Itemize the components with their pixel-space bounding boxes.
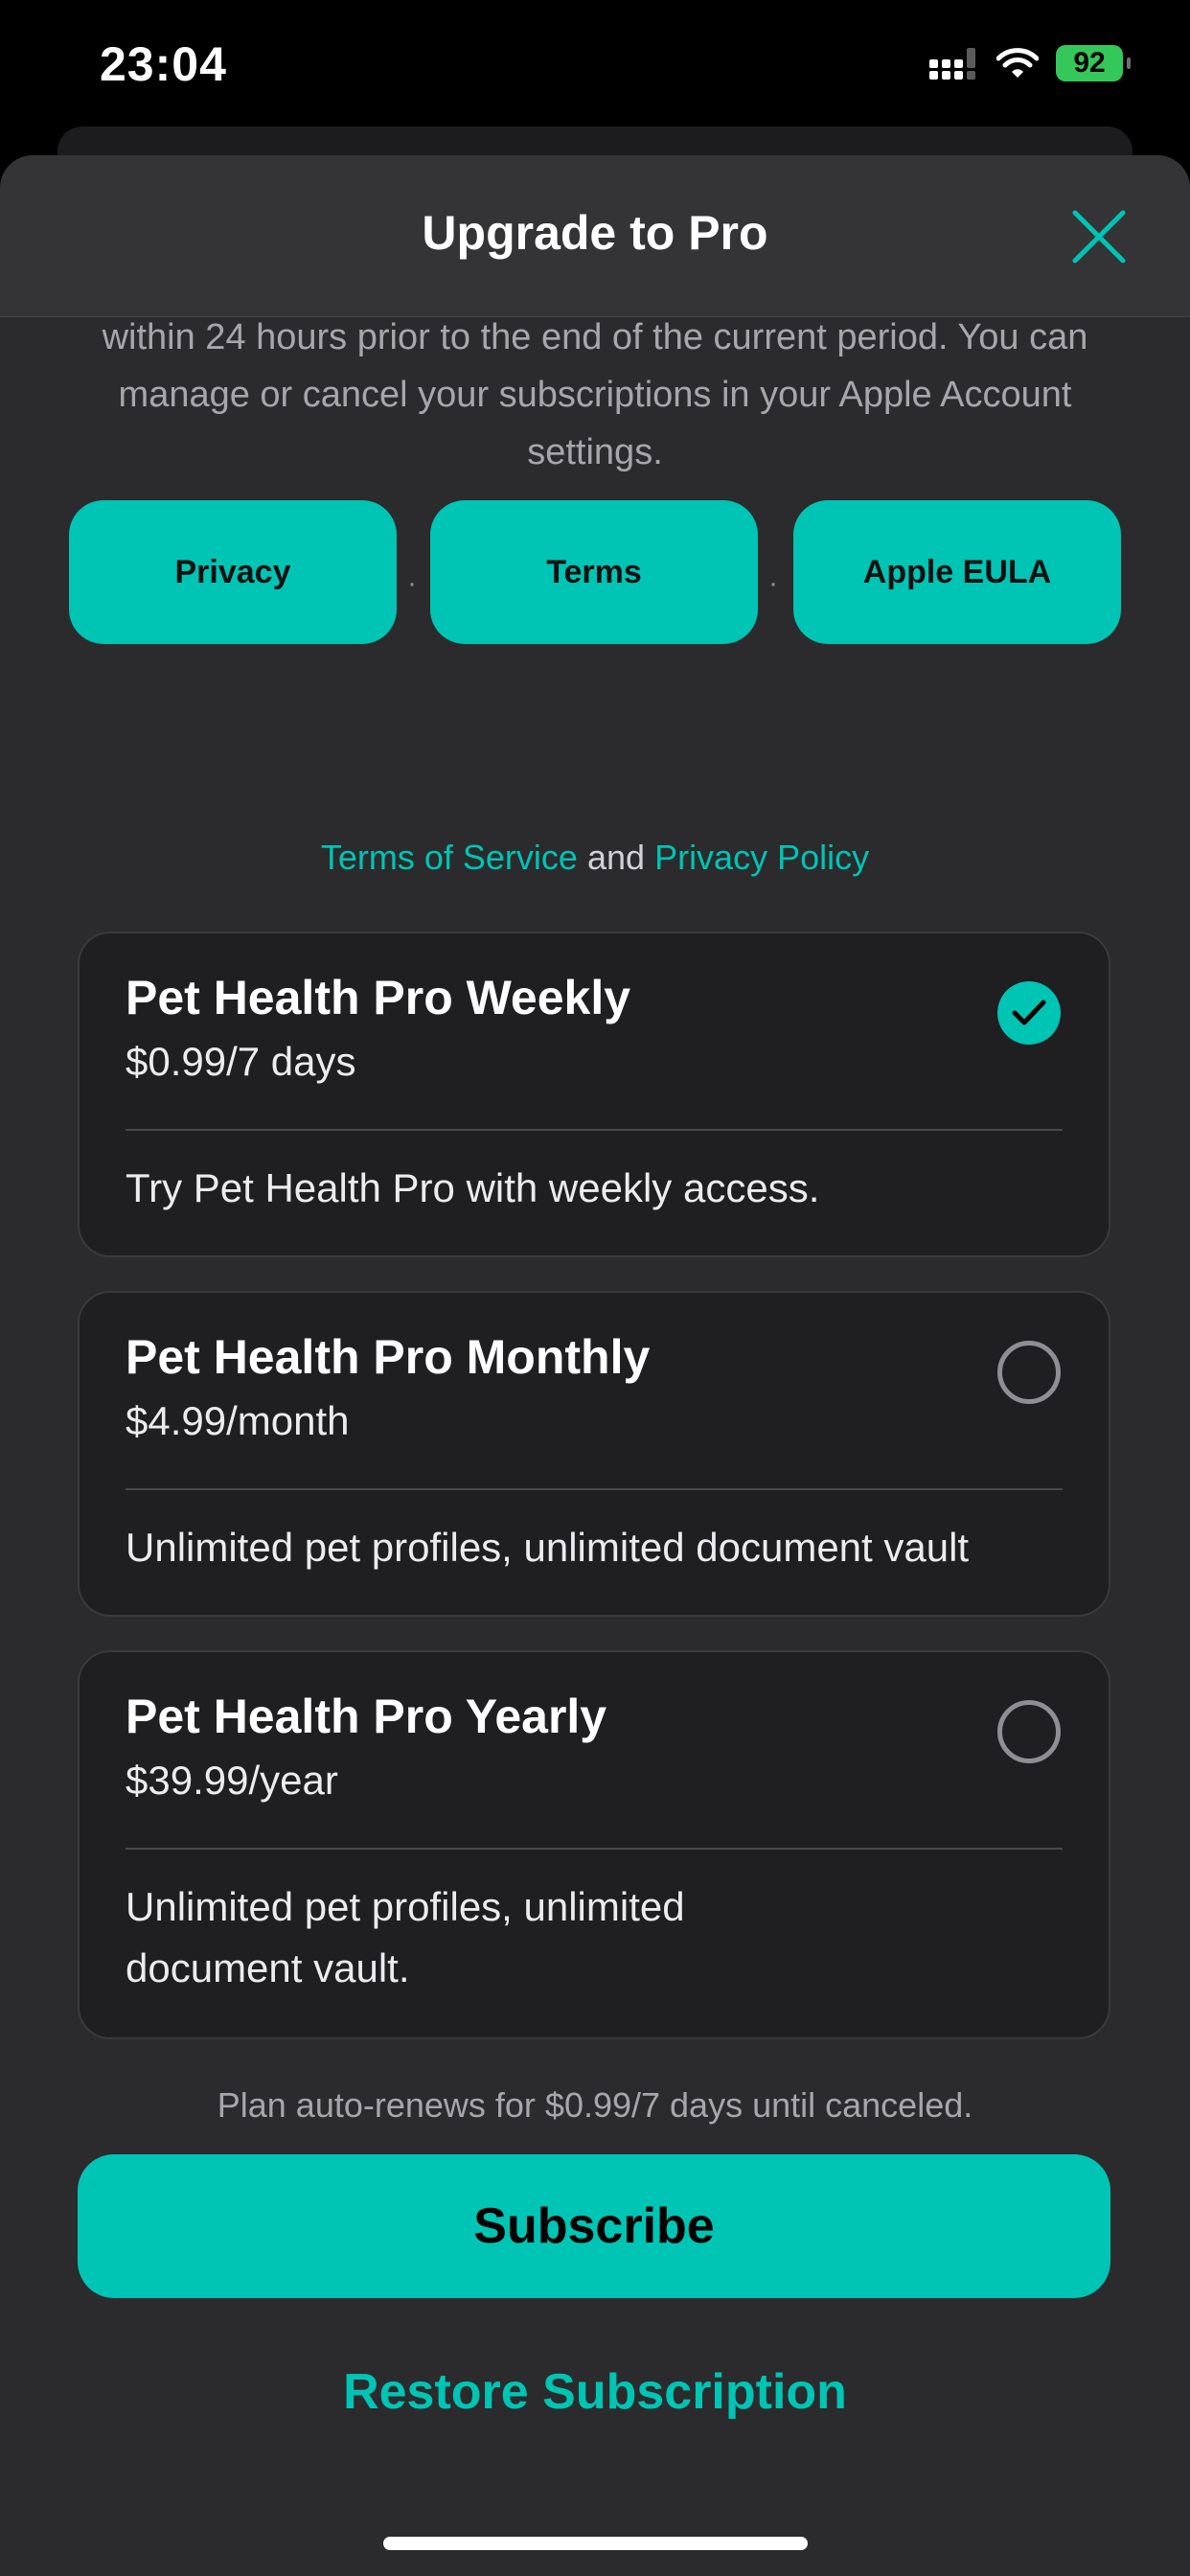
terms-privacy-line: Terms of Service and Privacy Policy [0,838,1190,878]
subscription-legal-text: within 24 hours prior to the end of the … [102,317,1088,472]
auto-renew-note: Plan auto-renews for $0.99/7 days until … [217,2085,973,2125]
plan-card-monthly[interactable]: Pet Health Pro Monthly $4.99/month Unlim… [78,1291,1110,1617]
plan-name: Pet Health Pro Yearly [126,1690,607,1743]
plan-divider [126,1848,1063,1850]
privacy-link-button[interactable]: Privacy [69,500,397,644]
and-text: and [586,838,646,877]
privacy-policy-link[interactable]: Privacy Policy [654,838,869,877]
plan-description: Unlimited pet profiles, unlimited docume… [126,1525,970,1570]
close-icon[interactable] [1071,209,1127,264]
status-bar: 23:04 92 [0,0,1190,134]
status-icons: 92 [927,42,1131,84]
status-time: 23:04 [100,37,227,91]
signal-icon [929,48,975,80]
wifi-icon [996,48,1039,78]
sheet-header: Upgrade to Pro [0,155,1190,317]
terms-link-button[interactable]: Terms [430,500,758,644]
home-indicator[interactable] [383,2537,808,2550]
checkmark-icon [1012,1000,1046,1025]
plan-name: Pet Health Pro Weekly [126,971,631,1024]
battery-icon: 92 [1056,45,1131,81]
restore-subscription-button[interactable]: Restore Subscription [0,2363,1190,2421]
plan-divider [126,1129,1063,1131]
plan-price: $4.99/month [126,1398,350,1443]
plan-description: Unlimited pet profiles, unlimited docume… [126,1884,685,1990]
subscribe-button[interactable]: Subscribe [78,2154,1110,2298]
plan-price: $39.99/year [126,1758,338,1803]
plan-radio[interactable] [997,1341,1061,1404]
plan-card-yearly[interactable]: Pet Health Pro Yearly $39.99/year Unlimi… [78,1650,1110,2039]
battery-level: 92 [1073,47,1106,79]
apple-eula-link-button[interactable]: Apple EULA [793,500,1121,644]
plan-divider [126,1488,1063,1490]
plan-description: Try Pet Health Pro with weekly access. [126,1165,820,1210]
plan-name: Pet Health Pro Monthly [126,1330,651,1384]
legal-links: Privacy · Terms · Apple EULA [69,500,1121,644]
sheet-title: Upgrade to Pro [422,206,768,260]
link-separator: · [768,567,778,599]
plan-selected-radio[interactable] [997,981,1061,1045]
plan-card-weekly[interactable]: Pet Health Pro Weekly $0.99/7 days Try P… [78,932,1110,1257]
link-separator: · [407,567,417,599]
terms-of-service-link[interactable]: Terms of Service [321,838,578,877]
plan-price: $0.99/7 days [126,1039,356,1084]
plan-radio[interactable] [997,1700,1061,1763]
